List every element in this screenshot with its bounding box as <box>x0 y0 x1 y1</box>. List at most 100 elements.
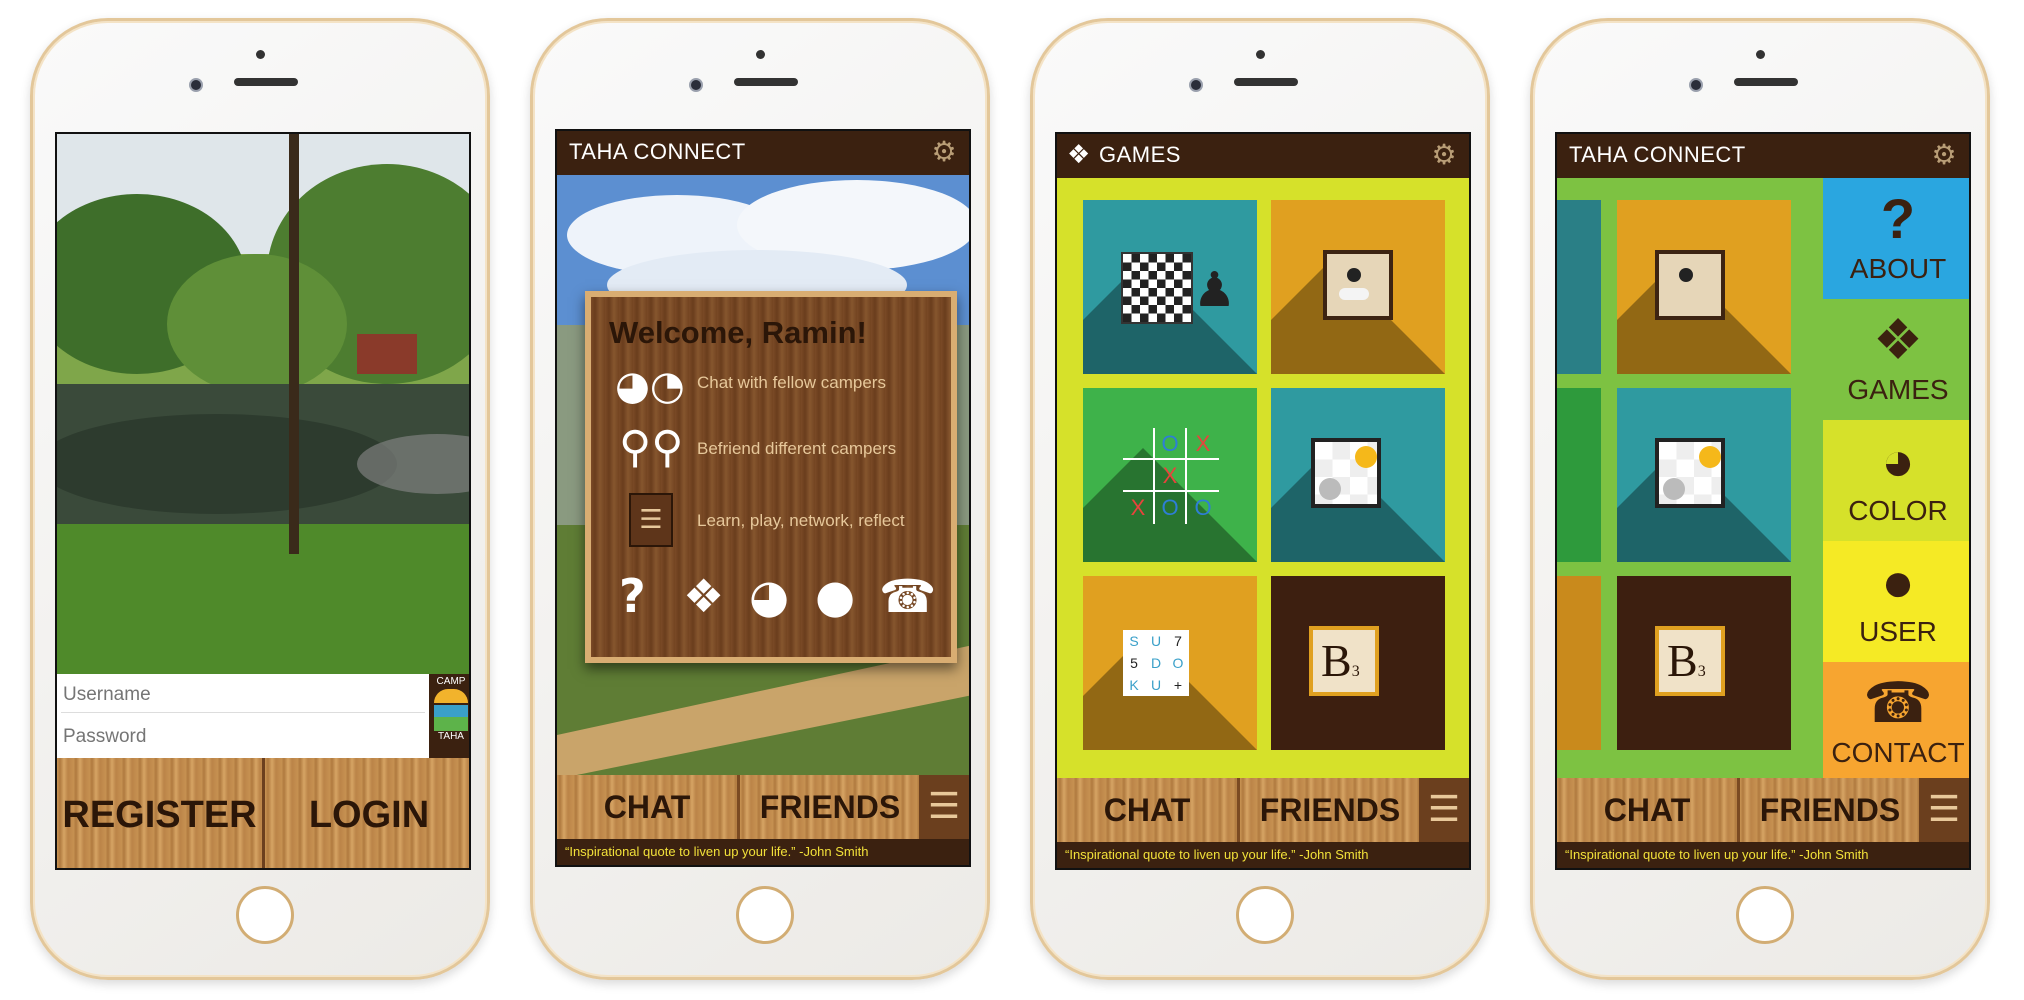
logo-sun-icon <box>434 689 468 703</box>
ttt-cell: X <box>1155 460 1187 492</box>
chat-label: CHAT <box>1103 792 1191 828</box>
friends-button[interactable]: FRIENDS <box>740 775 923 839</box>
gear-icon[interactable]: ⚙ <box>1929 140 1959 170</box>
home-button[interactable] <box>1736 886 1794 944</box>
menu-item-contact[interactable]: ☎ CONTACT <box>1823 662 1969 782</box>
friends-button[interactable]: FRIENDS <box>1740 778 1923 842</box>
pawn-icon: ♟ <box>1193 262 1237 318</box>
yellow-disc-icon <box>1355 446 1377 468</box>
friends-label: FRIENDS <box>1259 792 1401 828</box>
yellow-disc-icon <box>1699 446 1721 468</box>
welcome-line-friends: Befriend different campers <box>697 439 897 458</box>
help-icon[interactable]: ? <box>619 573 646 619</box>
chat-bubbles-icon: ◕◔ <box>615 363 685 409</box>
home-button[interactable] <box>236 886 294 944</box>
scrabble-letter-icon: B3 <box>1309 626 1379 696</box>
chess-tile[interactable]: ♟ <box>1083 200 1257 374</box>
help-icon: ? <box>1880 187 1916 250</box>
menu-item-user[interactable]: ● USER <box>1823 541 1969 662</box>
sudoku-cell: U <box>1150 633 1162 649</box>
phone-menu-open: TAHA CONNECT ⚙ B3 ? ABOUT ❖ GAMES ◕ COLO… <box>1530 18 1990 980</box>
people-icon: ⚲⚲ <box>619 422 684 473</box>
go-tile[interactable] <box>1271 200 1445 374</box>
menu-icon[interactable]: ☰ <box>1419 778 1469 842</box>
login-button[interactable]: LOGIN <box>265 758 469 868</box>
sensor <box>256 50 265 59</box>
phone-login: CAMP TAHA REGISTER LOGIN <box>30 18 490 980</box>
camp-taha-logo: CAMP TAHA <box>429 674 469 758</box>
speaker <box>234 78 298 86</box>
username-input[interactable] <box>61 678 425 713</box>
front-camera <box>689 78 703 92</box>
go-tile[interactable] <box>1617 200 1791 374</box>
menu-item-about[interactable]: ? ABOUT <box>1823 178 1969 299</box>
bottom-nav: CHAT FRIENDS ☰ <box>1057 778 1469 842</box>
sudoku-cell: 5 <box>1130 655 1138 671</box>
ttt-cell: X <box>1123 492 1155 524</box>
gray-disc-icon <box>1663 478 1685 500</box>
menu-item-color-label: COLOR <box>1848 495 1948 526</box>
front-camera <box>189 78 203 92</box>
sudoku-tile[interactable]: S U 7 5 D O K U + <box>1083 576 1257 750</box>
ttt-cell: X <box>1187 428 1219 460</box>
partial-tile <box>1557 388 1601 562</box>
scrabble-letter-icon: B3 <box>1655 626 1725 696</box>
partial-tile <box>1557 576 1601 750</box>
sudoku-cell: K <box>1129 677 1139 693</box>
speaker <box>1234 78 1298 86</box>
menu-item-games[interactable]: ❖ GAMES <box>1823 299 1969 420</box>
register-label: REGISTER <box>62 794 257 836</box>
menu-item-games-label: GAMES <box>1847 374 1949 405</box>
credentials-panel <box>57 674 429 758</box>
chat-button[interactable]: CHAT <box>1557 778 1740 842</box>
sensor <box>1256 50 1265 59</box>
gear-icon[interactable]: ⚙ <box>1429 140 1459 170</box>
partial-tile <box>1557 200 1601 374</box>
reversi-tile[interactable] <box>1271 388 1445 562</box>
phone-icon[interactable]: ☎ <box>879 573 936 619</box>
scrabble-sub: 3 <box>1351 663 1360 680</box>
reversi-tile[interactable] <box>1617 388 1791 562</box>
menu-icon[interactable]: ☰ <box>1919 778 1969 842</box>
sudoku-cell: 7 <box>1174 633 1182 649</box>
chat-button[interactable]: CHAT <box>1057 778 1240 842</box>
tictactoe-tile[interactable]: O X X X O O <box>1083 388 1257 562</box>
scrabble-tile[interactable]: B3 <box>1617 576 1791 750</box>
palette-icon[interactable]: ◕ <box>749 573 789 619</box>
user-icon[interactable]: ● <box>815 573 855 619</box>
gear-icon[interactable]: ⚙ <box>929 137 959 167</box>
chat-button[interactable]: CHAT <box>557 775 740 839</box>
register-button[interactable]: REGISTER <box>57 758 265 868</box>
sudoku-cell: O <box>1172 655 1184 671</box>
sudoku-cell: U <box>1150 677 1162 693</box>
friends-button[interactable]: FRIENDS <box>1240 778 1423 842</box>
home-button[interactable] <box>1236 886 1294 944</box>
welcome-line-chat: Chat with fellow campers <box>697 373 886 392</box>
top-bar: TAHA CONNECT ⚙ <box>1557 134 1969 178</box>
menu-icon[interactable]: ☰ <box>919 775 969 839</box>
app-title: TAHA CONNECT <box>1569 142 1746 167</box>
ttt-cell: O <box>1194 495 1212 520</box>
logo-water-icon <box>434 705 468 717</box>
friends-label: FRIENDS <box>759 789 901 825</box>
games-title: GAMES <box>1099 142 1181 167</box>
login-screen: CAMP TAHA REGISTER LOGIN <box>55 132 471 870</box>
sudoku-grid: S U 7 5 D O K U + <box>1123 630 1189 696</box>
phone-welcome: TAHA CONNECT ⚙ Welcome, Ramin! ◕◔ Chat w… <box>530 18 990 980</box>
puzzle-icon: ❖ <box>1872 308 1924 371</box>
phone-icon: ☎ <box>1863 671 1933 734</box>
menu-item-color[interactable]: ◕ COLOR <box>1823 420 1969 541</box>
password-input[interactable] <box>61 720 425 754</box>
scrabble-letter: B <box>1321 635 1352 686</box>
ttt-cell <box>1123 460 1155 492</box>
bottom-nav: CHAT FRIENDS ☰ <box>557 775 969 839</box>
ttt-cell <box>1123 428 1155 460</box>
games-screen: ❖ GAMES ⚙ ♟ O X X X O O S U 7 5 D O K U … <box>1055 132 1471 870</box>
puzzle-icon[interactable]: ❖ <box>683 573 724 619</box>
home-button[interactable] <box>736 886 794 944</box>
puzzle-icon: ❖ <box>1067 140 1091 170</box>
white-stones-icon <box>1339 288 1369 300</box>
welcome-heading: Welcome, Ramin! <box>609 315 867 350</box>
scrabble-tile[interactable]: B3 <box>1271 576 1445 750</box>
app-title: TAHA CONNECT <box>569 139 746 164</box>
